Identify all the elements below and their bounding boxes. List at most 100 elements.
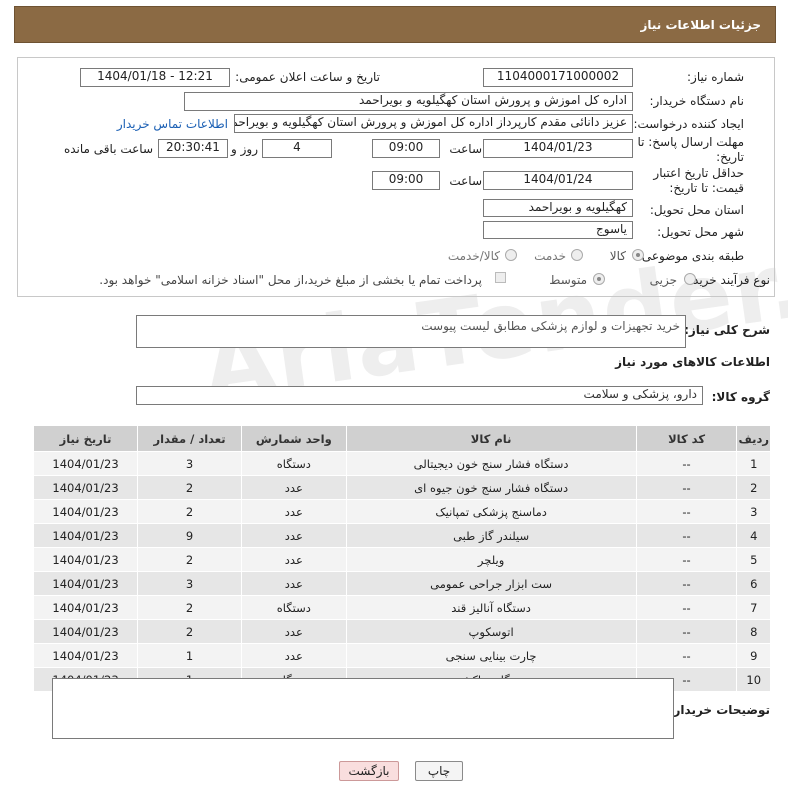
cell-quantity: 3 [137,451,243,476]
back-button[interactable]: بازگشت [339,761,399,781]
col-name-header: نام کالا [345,425,637,452]
col-code-header: کد کالا [635,425,738,452]
process-radio-medium[interactable] [593,273,605,285]
cell-unit: عدد [241,643,347,668]
cell-quantity: 1 [137,643,243,668]
cell-goods-code: -- [635,451,738,476]
city-label: شهر محل تحویل: [657,225,744,239]
province-label: استان محل تحویل: [649,203,744,217]
price-time-field[interactable]: 09:00 [372,171,440,190]
col-unit-header: واحد شمارش [241,425,347,452]
cell-row-number: 10 [736,667,771,692]
cell-unit: عدد [241,523,347,548]
cell-unit: عدد [241,619,347,644]
cell-row-number: 1 [736,451,771,476]
buyer-notes-label: توضیحات خریدار: [668,703,770,717]
cell-goods-code: -- [635,595,738,620]
city-field[interactable]: یاسوج [483,221,633,239]
col-row-header: ردیف [736,425,771,452]
cell-unit: عدد [241,571,347,596]
cell-unit: عدد [241,547,347,572]
category-radio-goods[interactable] [632,249,644,261]
cell-goods-name: دماسنج پزشکی تمپانیک [345,499,637,524]
table-row: 9 -- چارت بینایی سنجی عدد 1 1404/01/23 [32,643,771,668]
cell-need-date: 1404/01/23 [32,571,139,596]
cell-goods-name: ست ابزار جراحی عمومی [345,571,637,596]
cell-goods-name: ویلچر [345,547,637,572]
reply-time-label: ساعت [449,142,482,156]
category-option-goods: کالا [609,249,626,263]
category-radio-service[interactable] [571,249,583,261]
page-title: جزئیات اطلاعات نیاز [640,18,761,32]
cell-quantity: 9 [137,523,243,548]
cell-need-date: 1404/01/23 [32,643,139,668]
goods-table-header: ردیف کد کالا نام کالا واحد شمارش تعداد /… [32,425,771,452]
cell-goods-code: -- [635,499,738,524]
reply-date-field[interactable]: 1404/01/23 [483,139,633,158]
cell-need-date: 1404/01/23 [32,595,139,620]
cell-goods-name: دستگاه آنالیز قند [345,595,637,620]
province-field[interactable]: کهگیلویه و بویراحمد [483,199,633,217]
cell-goods-code: -- [635,619,738,644]
cell-goods-code: -- [635,571,738,596]
page-header: جزئیات اطلاعات نیاز [14,6,776,43]
table-row: 1 -- دستگاه فشار سنج خون دیجیتالی دستگاه 3 14… [32,451,771,476]
reply-deadline-label: مهلت ارسال پاسخ: تا تاریخ: [637,135,744,164]
description-field[interactable]: خرید تجهیزات و لوازم پزشکی مطابق لیست پی… [136,315,686,348]
days-remaining-field[interactable]: 4 [262,139,332,158]
cell-need-date: 1404/01/23 [32,475,139,500]
cell-goods-name: دستگاه فشار سنج خون دیجیتالی [345,451,637,476]
cell-goods-code: -- [635,475,738,500]
need-number-field[interactable]: 1104000171000002 [483,68,633,87]
price-date-field[interactable]: 1404/01/24 [483,171,633,190]
cell-row-number: 4 [736,523,771,548]
category-radio-goods-service[interactable] [505,249,517,261]
remaining-time-label: ساعت باقی مانده [63,142,153,156]
cell-unit: عدد [241,499,347,524]
buyer-org-field[interactable]: اداره کل اموزش و پرورش استان کهگیلویه و … [184,92,633,111]
cell-need-date: 1404/01/23 [32,451,139,476]
cell-row-number: 3 [736,499,771,524]
cell-need-date: 1404/01/23 [32,523,139,548]
remaining-time-field[interactable]: 20:30:41 [158,139,228,158]
announce-label: تاریخ و ساعت اعلان عمومی: [235,70,380,84]
print-button[interactable]: چاپ [415,761,463,781]
process-radio-minor[interactable] [684,273,696,285]
table-row: 2 -- دستگاه فشار سنج خون جیوه ای عدد 2 1404/0… [32,475,771,500]
category-label: طبقه بندی موضوعی: [637,249,744,263]
category-option-goods-service: کالا/خدمت [447,249,500,263]
treasury-payment-checkbox[interactable] [495,272,506,283]
cell-row-number: 7 [736,595,771,620]
cell-row-number: 6 [736,571,771,596]
requester-label: ایجاد کننده درخواست: [633,117,744,131]
cell-need-date: 1404/01/23 [32,499,139,524]
buyer-notes-field[interactable] [52,678,674,739]
cell-row-number: 9 [736,643,771,668]
cell-row-number: 8 [736,619,771,644]
description-label: شرح کلی نیاز: [684,323,770,337]
goods-group-label: گروه کالا: [711,390,770,404]
table-row: 6 -- ست ابزار جراحی عمومی عدد 3 1404/01/23 [32,571,771,596]
table-row: 7 -- دستگاه آنالیز قند دستگاه 2 1404/01/23 [32,595,771,620]
cell-unit: عدد [241,475,347,500]
cell-unit: دستگاه [241,451,347,476]
cell-goods-name: دستگاه فشار سنج خون جیوه ای [345,475,637,500]
process-type-label: نوع فرآیند خرید : [685,273,770,287]
need-number-label: شماره نیاز: [687,70,744,84]
announce-datetime-field[interactable]: 1404/01/18 - 12:21 [80,68,230,87]
cell-quantity: 2 [137,499,243,524]
process-option-minor: جزیی [649,273,677,287]
buyer-contact-link[interactable]: اطلاعات تماس خریدار [117,117,228,131]
cell-unit: دستگاه [241,595,347,620]
cell-goods-name: اتوسکوپ [345,619,637,644]
table-row: 8 -- اتوسکوپ عدد 2 1404/01/23 [32,619,771,644]
reply-time-field[interactable]: 09:00 [372,139,440,158]
cell-goods-name: سیلندر گاز طبی [345,523,637,548]
price-deadline-label: حداقل تاریخ اعتبار قیمت: تا تاریخ: [653,166,744,195]
cell-quantity: 2 [137,475,243,500]
goods-group-field[interactable]: دارو، پزشکی و سلامت [136,386,703,405]
goods-table: ردیف کد کالا نام کالا واحد شمارش تعداد /… [32,425,771,692]
table-row: 4 -- سیلندر گاز طبی عدد 9 1404/01/23 [32,523,771,548]
requester-field[interactable]: عزیز دانائی مقدم کارپرداز اداره کل اموزش… [234,114,633,133]
cell-goods-code: -- [635,643,738,668]
